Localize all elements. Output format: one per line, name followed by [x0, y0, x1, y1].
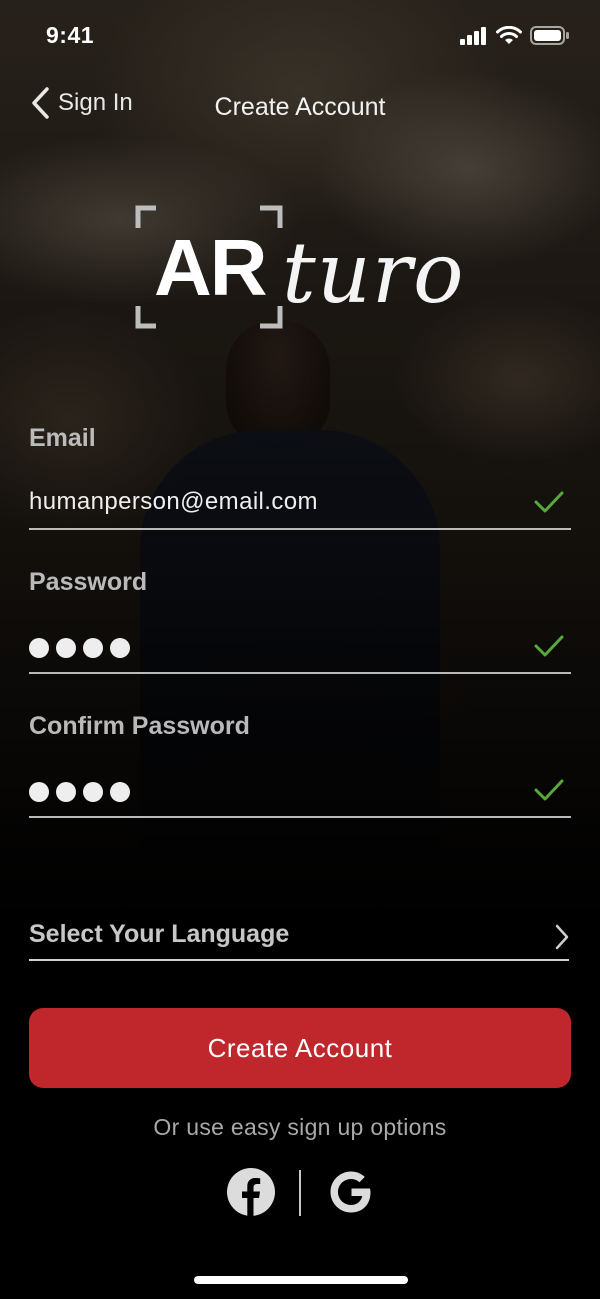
password-field: Password	[29, 568, 571, 674]
alt-signup-text: Or use easy sign up options	[153, 1114, 447, 1140]
confirm-password-label: Confirm Password	[29, 712, 250, 740]
confirm-password-field: Confirm Password	[29, 712, 571, 818]
mask-dot	[110, 638, 130, 658]
page-title: Create Account	[214, 93, 386, 121]
home-indicator	[194, 1276, 408, 1284]
social-divider	[299, 1170, 301, 1216]
confirm-password-input[interactable]	[29, 774, 571, 814]
mask-dot	[56, 638, 76, 658]
confirm-password-underline	[29, 816, 571, 818]
logo-ar-text: AR	[154, 223, 268, 312]
create-account-button[interactable]: Create Account	[29, 1008, 571, 1088]
confirm-password-mask	[29, 782, 130, 802]
mask-dot	[56, 782, 76, 802]
email-value: humanperson@email.com	[29, 488, 318, 515]
email-underline	[29, 528, 571, 530]
check-icon	[534, 635, 564, 657]
email-input[interactable]: humanperson@email.com	[29, 486, 571, 526]
mask-dot	[83, 638, 103, 658]
mask-dot	[110, 782, 130, 802]
facebook-icon[interactable]	[226, 1167, 276, 1217]
logo: AR turo	[134, 204, 464, 334]
password-input[interactable]	[29, 630, 571, 670]
check-icon	[534, 491, 564, 513]
email-field: Email humanperson@email.com	[29, 424, 571, 530]
logo-turo-text: turo	[282, 224, 465, 322]
check-icon	[534, 779, 564, 801]
password-mask	[29, 638, 130, 658]
mask-dot	[83, 782, 103, 802]
battery-icon	[530, 26, 569, 45]
mask-dot	[29, 638, 49, 658]
wifi-icon	[496, 26, 522, 44]
signal-icon	[460, 26, 486, 45]
google-icon[interactable]	[326, 1167, 376, 1217]
chevron-right-icon[interactable]	[554, 924, 570, 950]
email-label: Email	[29, 424, 96, 452]
status-icons	[460, 26, 570, 45]
status-time: 9:41	[46, 22, 95, 48]
password-underline	[29, 672, 571, 674]
language-selector[interactable]: Select Your Language	[29, 920, 289, 949]
mask-dot	[29, 782, 49, 802]
password-label: Password	[29, 568, 148, 596]
language-underline	[29, 959, 569, 961]
